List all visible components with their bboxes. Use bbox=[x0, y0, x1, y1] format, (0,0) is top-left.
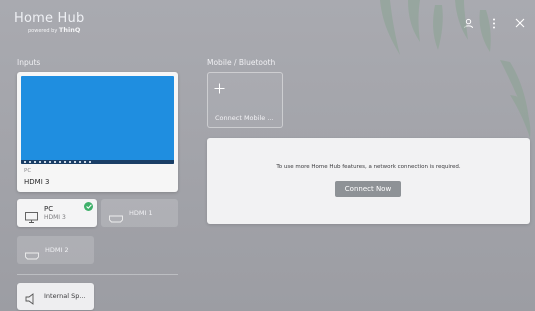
tile-label: HDMI 1 bbox=[129, 209, 153, 217]
inputs-section-label: Inputs bbox=[17, 58, 41, 67]
header-actions bbox=[461, 16, 527, 30]
pc-icon bbox=[25, 208, 38, 227]
tile-sub-label: HDMI 3 bbox=[44, 214, 66, 221]
input-tile-hdmi-1[interactable]: HDMI 1 bbox=[101, 199, 178, 227]
screen-thumbnail bbox=[21, 76, 174, 164]
preview-input-name: HDMI 3 bbox=[24, 178, 50, 186]
speaker-output-tile[interactable]: Internal Sp... bbox=[17, 283, 94, 310]
connect-mobile-label: Connect Mobile ... bbox=[215, 114, 274, 122]
tile-label: Internal Sp... bbox=[44, 292, 86, 300]
tile-label: HDMI 2 bbox=[45, 246, 69, 254]
input-tile-hdmi-2[interactable]: HDMI 2 bbox=[17, 236, 94, 264]
preview-input-type: PC bbox=[24, 168, 32, 174]
brand: Home Hub powered by ThinQ bbox=[14, 12, 84, 35]
thinq-logo: ThinQ bbox=[58, 26, 81, 34]
hdmi-icon bbox=[109, 208, 123, 227]
input-preview-card[interactable]: PC HDMI 3 bbox=[17, 72, 178, 192]
taskbar-decoration bbox=[21, 160, 174, 164]
check-icon bbox=[84, 202, 93, 211]
connect-now-button[interactable]: Connect Now bbox=[335, 181, 401, 197]
connect-mobile-card[interactable]: Connect Mobile ... bbox=[207, 72, 283, 128]
hdmi-icon bbox=[25, 245, 39, 264]
network-notice-card: To use more Home Hub features, a network… bbox=[207, 138, 530, 224]
tile-label: PC bbox=[44, 205, 54, 213]
section-divider bbox=[17, 274, 178, 275]
close-icon[interactable] bbox=[513, 16, 527, 30]
network-message: To use more Home Hub features, a network… bbox=[276, 164, 461, 170]
powered-by-line: powered by ThinQ bbox=[28, 27, 84, 35]
top-bar: Home Hub powered by ThinQ bbox=[0, 0, 535, 48]
plus-icon bbox=[214, 79, 225, 98]
user-icon[interactable] bbox=[461, 16, 475, 30]
powered-by-text: powered by bbox=[28, 28, 58, 34]
more-icon[interactable] bbox=[487, 16, 501, 30]
app-title: Home Hub bbox=[14, 11, 85, 26]
mobile-section-label: Mobile / Bluetooth bbox=[207, 58, 276, 67]
speaker-icon bbox=[25, 290, 38, 309]
input-tile-pc[interactable]: PC HDMI 3 bbox=[17, 199, 97, 227]
